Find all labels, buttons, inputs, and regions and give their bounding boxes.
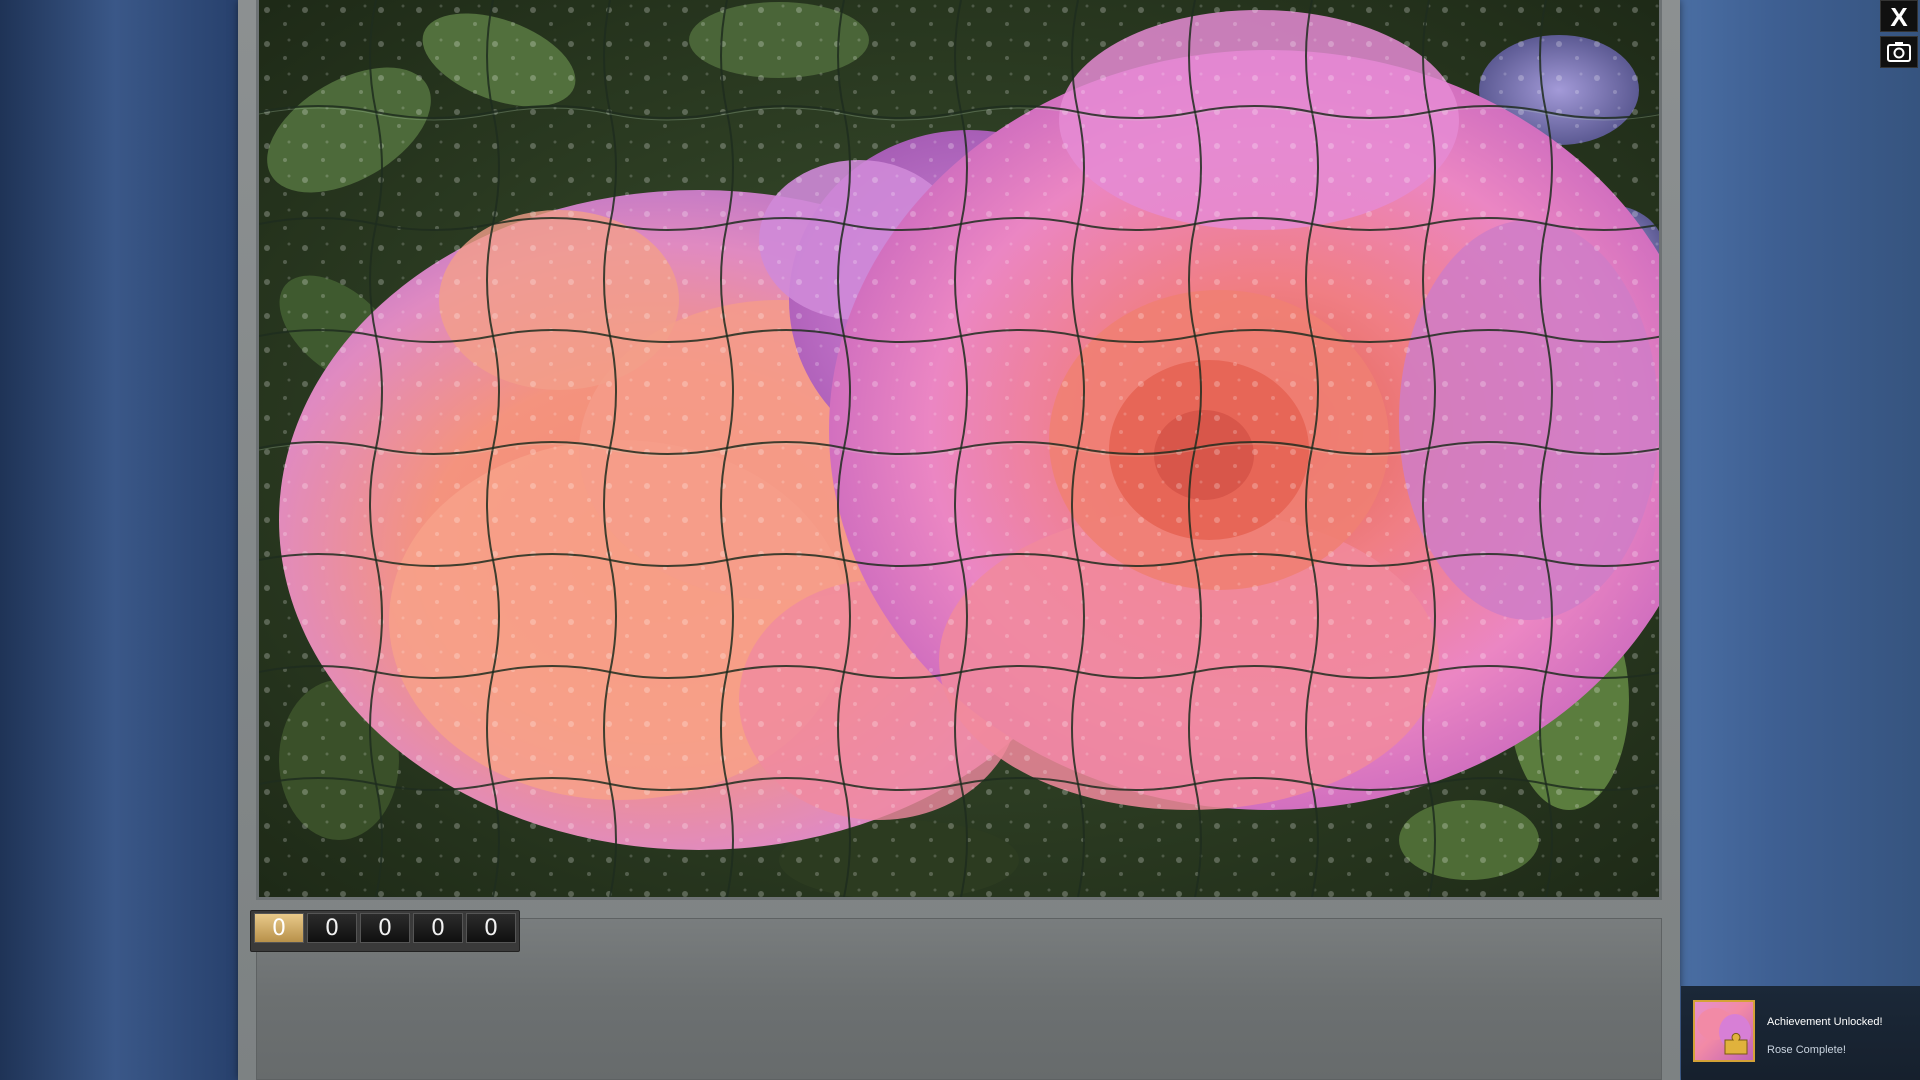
camera-icon <box>1887 42 1911 62</box>
toast-title: Achievement Unlocked! <box>1767 1016 1883 1028</box>
close-icon: X <box>1890 2 1908 32</box>
close-button[interactable]: X <box>1880 0 1918 32</box>
desktop-background-right <box>1680 0 1920 1080</box>
puzzle-piece-icon <box>1697 1008 1751 1055</box>
screenshot-button[interactable] <box>1880 36 1918 68</box>
counter-digit: 0 <box>466 913 516 943</box>
move-counter: 0 0 0 0 0 <box>250 910 520 952</box>
counter-digit: 0 <box>360 913 410 943</box>
counter-digit: 0 <box>413 913 463 943</box>
counter-digit: 0 <box>307 913 357 943</box>
puzzle-board[interactable] <box>256 0 1662 900</box>
achievement-toast[interactable]: Achievement Unlocked! Rose Complete! <box>1681 986 1920 1080</box>
toast-subtitle: Rose Complete! <box>1767 1044 1846 1056</box>
counter-digit: 0 <box>254 913 304 943</box>
achievement-thumbnail <box>1693 1000 1755 1062</box>
puzzle-image <box>259 0 1659 897</box>
